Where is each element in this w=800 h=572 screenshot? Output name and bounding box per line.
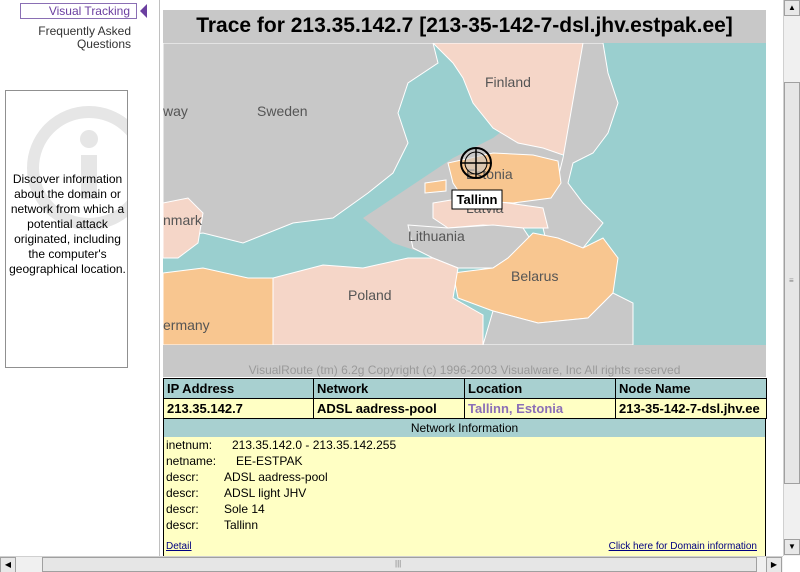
sidebar-item-label: Visual Tracking [48, 4, 130, 18]
horizontal-scroll-thumb[interactable]: ||| [42, 557, 757, 572]
table-row: 213.35.142.7 ADSL aadress-pool Tallinn, … [163, 398, 767, 419]
map-label-poland: Poland [348, 287, 392, 303]
network-info-row: descr: Tallinn [166, 518, 258, 533]
table-header-row: IP Address Network Location Node Name [163, 378, 767, 399]
ip-address-cell: 213.35.142.7 [163, 398, 314, 419]
trace-summary-table: IP Address Network Location Node Name 21… [163, 378, 767, 419]
marker-label: Tallinn [457, 192, 498, 207]
network-info-value: ADSL aadress-pool [224, 470, 328, 484]
network-info-row: inetnum: 213.35.142.0 - 213.35.142.255 [166, 438, 396, 453]
scroll-left-button[interactable]: ◀ [0, 557, 16, 572]
map-label-denmark: nmark [163, 212, 203, 228]
network-info-row: netname: EE-ESTPAK [166, 454, 302, 469]
main-panel: Trace for 213.35.142.7 [213-35-142-7-dsl… [161, 0, 781, 556]
network-info-row: descr: Sole 14 [166, 502, 265, 517]
network-info-value: 213.35.142.0 - 213.35.142.255 [232, 438, 397, 452]
map-label-finland: Finland [485, 74, 531, 90]
domain-info-link[interactable]: Click here for Domain information [609, 541, 757, 552]
node-name-cell: 213-35-142-7-dsl.jhv.ee [615, 398, 767, 419]
column-header: Location [464, 378, 616, 399]
grip-icon: ||| [395, 559, 402, 568]
sidebar: Visual Tracking Frequently Asked Questio… [0, 0, 160, 556]
network-info-panel: inetnum: 213.35.142.0 - 213.35.142.255 n… [163, 437, 766, 556]
grip-icon: ≡ [789, 276, 794, 285]
vertical-scrollbar[interactable]: ▲ ≡ ▼ [783, 0, 800, 556]
scroll-down-button[interactable]: ▼ [784, 539, 800, 555]
network-info-value: Sole 14 [224, 502, 265, 516]
horizontal-scrollbar[interactable]: ◀ ||| ▶ [0, 556, 783, 572]
detail-link[interactable]: Detail [166, 541, 192, 552]
network-info-value: ADSL light JHV [224, 486, 307, 500]
network-info-key: descr: [166, 518, 199, 532]
sidebar-item-visual-tracking[interactable]: Visual Tracking [20, 3, 137, 19]
location-cell[interactable]: Tallinn, Estonia [464, 398, 616, 419]
map-label-sweden: Sweden [257, 103, 308, 119]
app-window: Visual Tracking Frequently Asked Questio… [0, 0, 800, 572]
trace-map[interactable]: Finland Sweden way Estonia Latvia Lithua… [163, 43, 766, 345]
network-info-key: inetnum: [166, 438, 213, 452]
network-info-row: descr: ADSL light JHV [166, 486, 306, 501]
network-info-value: Tallinn [224, 518, 259, 532]
network-cell: ADSL aadress-pool [313, 398, 465, 419]
scroll-up-button[interactable]: ▲ [784, 0, 800, 16]
map-label-belarus: Belarus [511, 268, 558, 284]
info-description: Discover information about the domain or… [9, 172, 126, 276]
map-label-germany: ermany [163, 317, 210, 333]
info-panel: Discover information about the domain or… [5, 90, 128, 368]
column-header: IP Address [163, 378, 314, 399]
active-pointer-icon [140, 4, 147, 18]
location-marker-icon[interactable] [460, 147, 492, 179]
network-info-key: netname: [166, 454, 217, 468]
network-info-key: descr: [166, 470, 199, 484]
map-label-lithuania: Lithuania [408, 228, 465, 244]
map-label-norway: way [163, 103, 188, 119]
network-info-row: descr: ADSL aadress-pool [166, 470, 328, 485]
network-info-header: Network Information [163, 419, 766, 437]
column-header: Network [313, 378, 465, 399]
scroll-right-button[interactable]: ▶ [766, 557, 782, 572]
network-info-key: descr: [166, 502, 199, 516]
vertical-scroll-thumb[interactable]: ≡ [784, 82, 800, 484]
page-title: Trace for 213.35.142.7 [213-35-142-7-dsl… [163, 10, 766, 43]
network-info-value: EE-ESTPAK [236, 454, 303, 468]
column-header: Node Name [615, 378, 767, 399]
sidebar-item-faq[interactable]: Frequently Asked Questions [20, 25, 131, 51]
network-info-key: descr: [166, 486, 199, 500]
map-region-germany [163, 267, 274, 345]
copyright-text: VisualRoute (tm) 6.2g Copyright (c) 1996… [163, 345, 766, 377]
